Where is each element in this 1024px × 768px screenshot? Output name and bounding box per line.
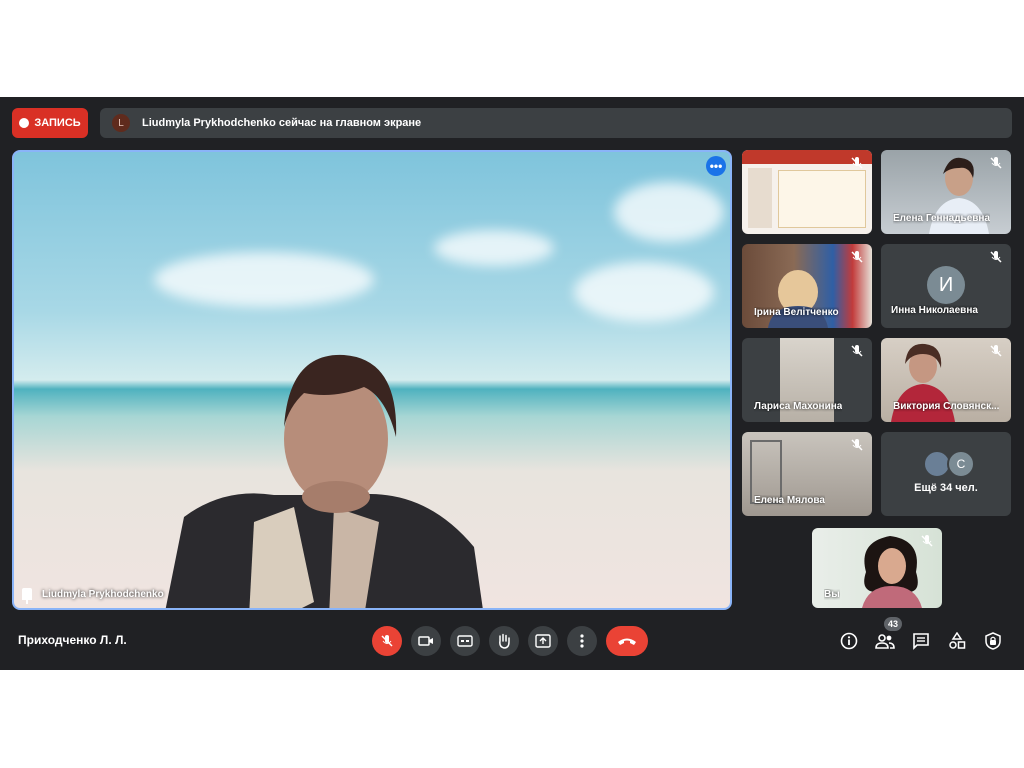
record-button[interactable]: ЗАПИСЬ [12,108,88,138]
meeting-details-button[interactable] [838,630,860,652]
participant-name: Инна Николаевна [891,305,978,316]
participant-avatar: И [927,266,965,304]
activities-icon [949,632,966,649]
camera-icon [418,636,433,646]
more-options-icon[interactable]: ••• [706,156,726,176]
mic-off-icon [851,157,863,169]
camera-toggle-button[interactable] [411,626,441,656]
more-vert-icon [580,634,584,648]
main-video-name: Liudmyla Prykhodchenko [22,588,164,604]
chat-button[interactable] [910,630,932,652]
participant-tile[interactable]: Ірина Велітченко [742,244,872,328]
captions-icon [457,635,473,647]
speaker-video-image [165,354,483,608]
mic-off-icon [990,345,1002,357]
participant-name: Елена Геннадьевна [893,213,991,224]
participant-avatar: С [947,450,975,478]
participant-name: Лариса Махонина [754,401,843,412]
people-icon [875,634,895,649]
presenter-banner: L Liudmyla Prykhodchenko сейчас на главн… [100,108,1012,138]
cloud-image [154,252,374,307]
main-video-tile[interactable]: ••• Liudmyla Prykhodchenko [12,150,732,610]
end-call-button[interactable] [606,626,648,656]
mic-toggle-button[interactable] [372,626,402,656]
more-participants-tile[interactable]: С Ещё 34 чел. [881,432,1011,516]
participant-tile[interactable]: Лариса Махонина [742,338,872,422]
cloud-image [614,182,724,242]
info-icon [840,632,858,650]
meet-window: ЗАПИСЬ L Liudmyla Prykhodchenko сейчас н… [0,97,1024,670]
participant-tile-presentation[interactable] [742,150,872,234]
slide-thumbs-image [748,168,772,228]
mic-off-icon [990,157,1002,169]
meeting-title: Приходченко Л. Л. [18,633,127,647]
participant-tile[interactable]: Елена Мялова [742,432,872,516]
mic-off-icon [990,251,1002,263]
mic-off-icon [921,535,933,547]
activities-button[interactable] [946,630,968,652]
chat-icon [913,633,929,650]
presenter-avatar: L [112,114,130,132]
present-screen-button[interactable] [528,626,558,656]
more-participants-label: Ещё 34 чел. [914,482,978,494]
cloud-image [434,230,554,266]
shield-lock-icon [985,632,1001,650]
record-label: ЗАПИСЬ [34,117,81,129]
raise-hand-button[interactable] [489,626,519,656]
end-call-icon [618,638,636,645]
participant-video-image [768,270,828,328]
cloud-image [574,262,714,322]
participant-name: Ірина Велітченко [754,307,839,318]
captions-button[interactable] [450,626,480,656]
self-video-tile[interactable]: Вы [812,528,942,608]
host-controls-button[interactable] [982,630,1004,652]
participants-button[interactable] [874,630,896,652]
hand-icon [499,633,510,649]
participant-tile[interactable]: И Инна Николаевна [881,244,1011,328]
mic-off-icon [851,251,863,263]
record-icon [19,118,30,128]
more-participants-avatars: С [923,450,975,478]
participant-name: Виктория Словянск... [893,401,1000,412]
participant-name: Елена Мялова [754,495,825,506]
mic-off-icon [851,345,863,357]
participant-tile[interactable]: Виктория Словянск... [881,338,1011,422]
mic-off-icon [851,439,863,451]
presenter-banner-text: Liudmyla Prykhodchenko сейчас на главном… [142,117,422,129]
present-screen-icon [535,634,551,648]
participants-count-badge: 43 [884,617,902,631]
more-options-button[interactable] [567,626,597,656]
pin-icon[interactable] [22,588,32,604]
mic-off-icon [381,635,393,647]
participant-name: Вы [824,589,840,600]
main-video-name-label: Liudmyla Prykhodchenko [42,588,164,600]
slide-content-image [778,170,866,228]
participant-tile[interactable]: Елена Геннадьевна [881,150,1011,234]
